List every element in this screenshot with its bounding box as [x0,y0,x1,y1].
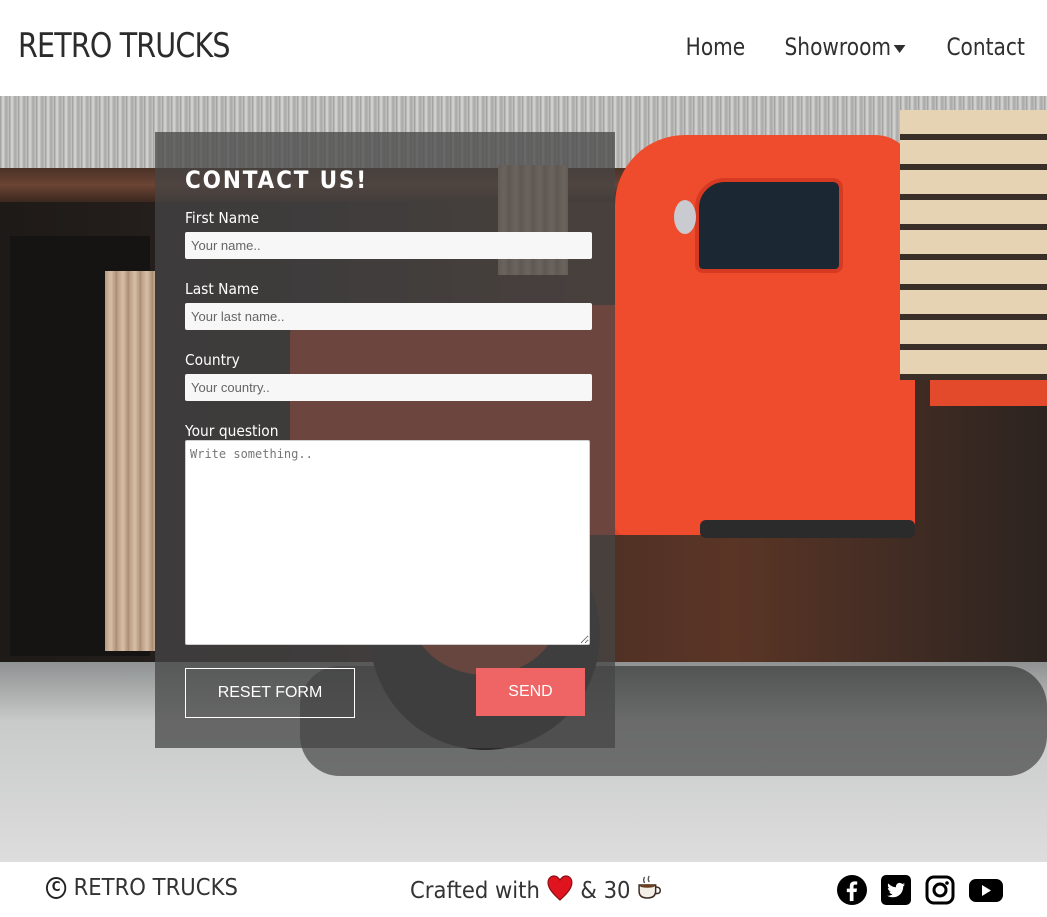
truck-bed-rail [930,380,1047,406]
nav-showroom[interactable]: Showroom [784,33,906,61]
nav-showroom-label: Showroom [784,33,891,61]
first-name-label: First Name [185,209,260,227]
question-label: Your question [185,422,279,440]
last-name-input[interactable] [185,303,592,330]
nav-contact[interactable]: Contact [946,33,1024,61]
caret-down-icon [893,45,906,53]
reset-form-button[interactable]: RESET FORM [185,668,355,718]
crafted-prefix: Crafted with [410,878,540,904]
nav-contact-label: Contact [946,33,1025,61]
nav-home[interactable]: Home [686,33,746,61]
youtube-icon[interactable] [968,874,1003,906]
send-button[interactable]: SEND [476,668,585,716]
first-name-input[interactable] [185,232,592,259]
form-title: CONTACT US! [185,166,368,194]
last-name-label: Last Name [185,280,259,298]
country-label: Country [185,351,240,369]
brand-logo[interactable]: RETRO TRUCKS [18,26,230,66]
truck-mirror [674,200,696,234]
country-input[interactable] [185,374,592,401]
twitter-icon[interactable] [880,874,912,906]
curtain-left [105,271,155,651]
copyright-text: RETRO TRUCKS [73,875,238,901]
question-textarea[interactable] [185,440,590,645]
main-nav: Home Showroom Contact [680,33,1032,61]
truck-window [695,178,843,273]
copyright: C RETRO TRUCKS [46,875,238,901]
copyright-icon: C [46,877,67,899]
coffee-icon [636,875,662,907]
site-footer: C RETRO TRUCKS Crafted with & 30 [0,862,1047,917]
nav-home-label: Home [685,33,746,61]
social-links [836,874,1003,906]
heart-icon [547,875,573,907]
site-header: RETRO TRUCKS Home Showroom Contact [0,0,1047,96]
truck-step [700,520,915,538]
crafted-with: Crafted with & 30 [410,875,662,907]
truck-wooden-bed [900,110,1047,380]
facebook-icon[interactable] [836,874,868,906]
instagram-icon[interactable] [924,874,956,906]
crafted-suffix: & 30 [580,878,631,904]
